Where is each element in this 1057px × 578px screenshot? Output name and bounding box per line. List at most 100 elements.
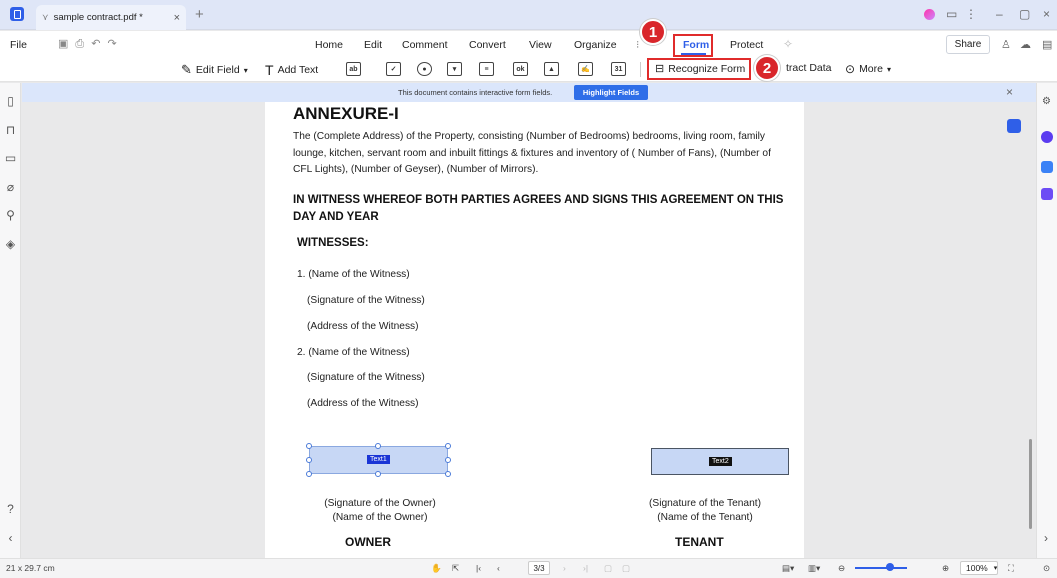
image-field-icon[interactable]: ▲ (544, 62, 559, 76)
more-label: More (859, 63, 883, 75)
resize-handle[interactable] (375, 471, 381, 477)
bookmark-icon[interactable]: ⊓ (4, 124, 17, 137)
menu-comment[interactable]: Comment (402, 39, 448, 51)
menu-protect[interactable]: Protect (730, 39, 763, 51)
menu-edit[interactable]: Edit (364, 39, 382, 51)
checkbox-field-icon[interactable]: ✓ (386, 62, 401, 76)
vertical-scrollbar[interactable] (1029, 439, 1032, 529)
owner-text-field[interactable]: Text1 (309, 446, 448, 474)
radio-button-icon[interactable]: ● (417, 62, 432, 76)
resize-handle[interactable] (445, 443, 451, 449)
double-page-icon[interactable]: ▢ (622, 563, 630, 574)
page-thumbnail-icon[interactable]: ▯ (4, 95, 17, 108)
collapse-left-icon[interactable]: ‹ (4, 532, 17, 545)
witness-1-name: 1. (Name of the Witness) (297, 269, 410, 280)
comment-icon[interactable]: ▭ (4, 152, 17, 165)
profile-avatar-icon[interactable] (924, 9, 935, 20)
menu-home[interactable]: Home (315, 39, 343, 51)
menu-view[interactable]: View (529, 39, 552, 51)
save-icon[interactable]: ▣ (58, 38, 75, 50)
tab-close-icon[interactable]: × (174, 12, 180, 24)
tab-icon: ⋎ (42, 12, 49, 22)
first-page-icon[interactable]: |‹ (476, 563, 481, 573)
extract-data-label: tract Data (786, 62, 832, 74)
signature-field-icon[interactable]: ✍ (578, 62, 593, 76)
hand-tool-icon[interactable]: ✋ (431, 563, 442, 574)
close-window-icon[interactable]: × (1043, 7, 1050, 21)
zoom-slider-knob[interactable] (886, 563, 894, 571)
menu-tools-partial[interactable]: ⁝ (636, 39, 639, 51)
account-icon[interactable]: ♙ (1001, 38, 1011, 51)
ai-sparkle-icon[interactable]: ✧ (783, 37, 793, 51)
layers-icon[interactable]: ◈ (4, 238, 17, 251)
collapse-right-icon[interactable]: › (1044, 531, 1048, 545)
zoom-slider[interactable] (855, 567, 907, 569)
menu-convert[interactable]: Convert (469, 39, 506, 51)
extract-data-button[interactable]: tract Data (786, 62, 832, 74)
page-view-icon[interactable]: ▤▾ (782, 563, 794, 574)
attachment-icon[interactable]: ⌀ (4, 181, 17, 194)
zoom-in-icon[interactable]: ⊕ (942, 563, 949, 574)
fit-view-icon[interactable]: ▥▾ (808, 563, 820, 574)
menu-organize[interactable]: Organize (574, 39, 617, 51)
search-icon[interactable]: ⚲ (4, 209, 17, 222)
cloud-icon[interactable]: ☁ (1020, 38, 1031, 51)
more-button[interactable]: ⊙ More ▾ (845, 62, 891, 76)
text-field-icon[interactable]: ab (346, 62, 361, 76)
witness-1-address: (Address of the Witness) (307, 321, 419, 332)
ai-assistant-icon[interactable] (1041, 131, 1053, 143)
more-vertical-icon[interactable]: ⋮ (965, 7, 977, 21)
previous-page-icon[interactable]: ‹ (497, 563, 500, 573)
document-tab[interactable]: ⋎ sample contract.pdf * × (36, 5, 186, 30)
witness-2-signature: (Signature of the Witness) (307, 372, 425, 383)
fullscreen-icon[interactable]: ⛶ (1008, 563, 1014, 574)
menu-file[interactable]: File (10, 39, 27, 51)
new-tab-icon[interactable]: + (195, 6, 204, 23)
undo-icon[interactable]: ↶ (91, 38, 107, 50)
select-tool-icon[interactable]: ⇱ (452, 563, 459, 574)
last-page-icon[interactable]: ›| (583, 563, 588, 573)
zoom-select[interactable]: 100% ▾ (960, 561, 998, 575)
panel-icon[interactable]: ▤ (1042, 38, 1052, 51)
page-number-input[interactable]: 3/3 (528, 561, 550, 575)
translate-icon[interactable] (1041, 161, 1053, 173)
tab-label: sample contract.pdf * (53, 12, 143, 23)
form-fields-panel-icon[interactable] (1007, 119, 1021, 133)
add-text-label: Add Text (277, 64, 319, 76)
button-field-icon[interactable]: ok (513, 62, 528, 76)
date-field-icon[interactable]: 31 (611, 62, 626, 76)
form-highlight-box (673, 34, 713, 57)
maximize-icon[interactable]: ▢ (1019, 7, 1030, 21)
resize-handle[interactable] (445, 457, 451, 463)
print-icon[interactable]: ⎙ (75, 38, 91, 50)
tenant-text-field[interactable]: Text2 (651, 448, 789, 475)
help-icon[interactable]: ? (4, 503, 17, 516)
message-icon[interactable]: ▭ (946, 7, 957, 21)
resize-handle[interactable] (306, 443, 312, 449)
combo-box-icon[interactable]: ▾ (447, 62, 462, 76)
resize-handle[interactable] (306, 457, 312, 463)
next-page-icon[interactable]: › (563, 563, 566, 573)
resize-handle[interactable] (306, 471, 312, 477)
field-label: Text2 (709, 457, 732, 466)
edit-ai-icon[interactable] (1041, 188, 1053, 200)
redo-icon[interactable]: ↷ (107, 38, 123, 50)
minimize-icon[interactable]: – (996, 7, 1003, 21)
zoom-out-icon[interactable]: ⊖ (838, 563, 845, 574)
highlight-fields-button[interactable]: Highlight Fields (574, 85, 648, 100)
properties-icon[interactable]: ⚙ (1042, 96, 1051, 107)
list-box-icon[interactable]: ≡ (479, 62, 494, 76)
notice-close-icon[interactable]: × (1006, 85, 1013, 99)
share-button[interactable]: Share (946, 35, 990, 54)
edit-field-button[interactable]: ✎ Edit Field ▾ (181, 62, 248, 78)
settings-icon[interactable]: ⊙ (1043, 563, 1050, 574)
resize-handle[interactable] (445, 471, 451, 477)
app-logo-icon[interactable] (10, 7, 24, 21)
toolbar-divider (640, 62, 641, 77)
owner-role-label: OWNER (345, 535, 391, 549)
zoom-value: 100% (966, 563, 988, 573)
add-text-button[interactable]: T Add Text (265, 62, 318, 78)
single-page-icon[interactable]: ▢ (604, 563, 612, 574)
title-bar: ⋎ sample contract.pdf * × + ▭ ⋮ – ▢ × (0, 0, 1057, 30)
resize-handle[interactable] (375, 443, 381, 449)
